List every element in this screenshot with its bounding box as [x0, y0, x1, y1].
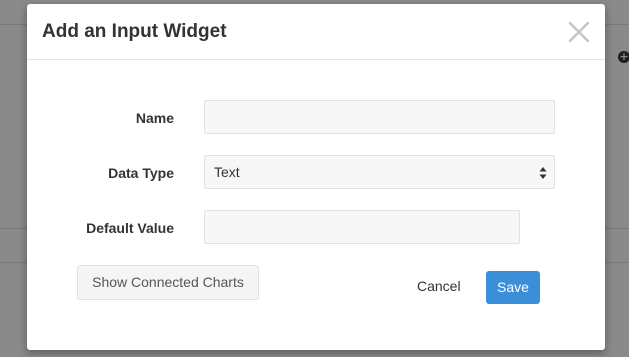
- name-input[interactable]: [204, 100, 555, 134]
- modal-title: Add an Input Widget: [42, 21, 227, 42]
- name-label: Name: [135, 110, 174, 126]
- plus-circle-icon: +: [618, 50, 629, 63]
- cancel-button[interactable]: Cancel: [417, 278, 461, 294]
- data-type-row: Data Type Text: [27, 155, 605, 191]
- select-arrows-icon: [539, 167, 547, 179]
- data-type-selected-value: Text: [214, 164, 240, 180]
- default-value-row: Default Value: [27, 210, 605, 246]
- close-icon: [568, 21, 590, 43]
- show-connected-charts-button[interactable]: Show Connected Charts: [77, 265, 259, 300]
- default-value-label: Default Value: [86, 220, 174, 236]
- modal-header: Add an Input Widget: [27, 4, 605, 60]
- data-type-select[interactable]: Text: [204, 155, 555, 189]
- save-button[interactable]: Save: [486, 271, 540, 304]
- default-value-input[interactable]: [204, 210, 520, 244]
- name-row: Name: [27, 100, 605, 136]
- data-type-label: Data Type: [108, 165, 174, 181]
- add-input-widget-modal: Add an Input Widget Name Data Type Text …: [27, 4, 605, 350]
- close-button[interactable]: [567, 20, 591, 44]
